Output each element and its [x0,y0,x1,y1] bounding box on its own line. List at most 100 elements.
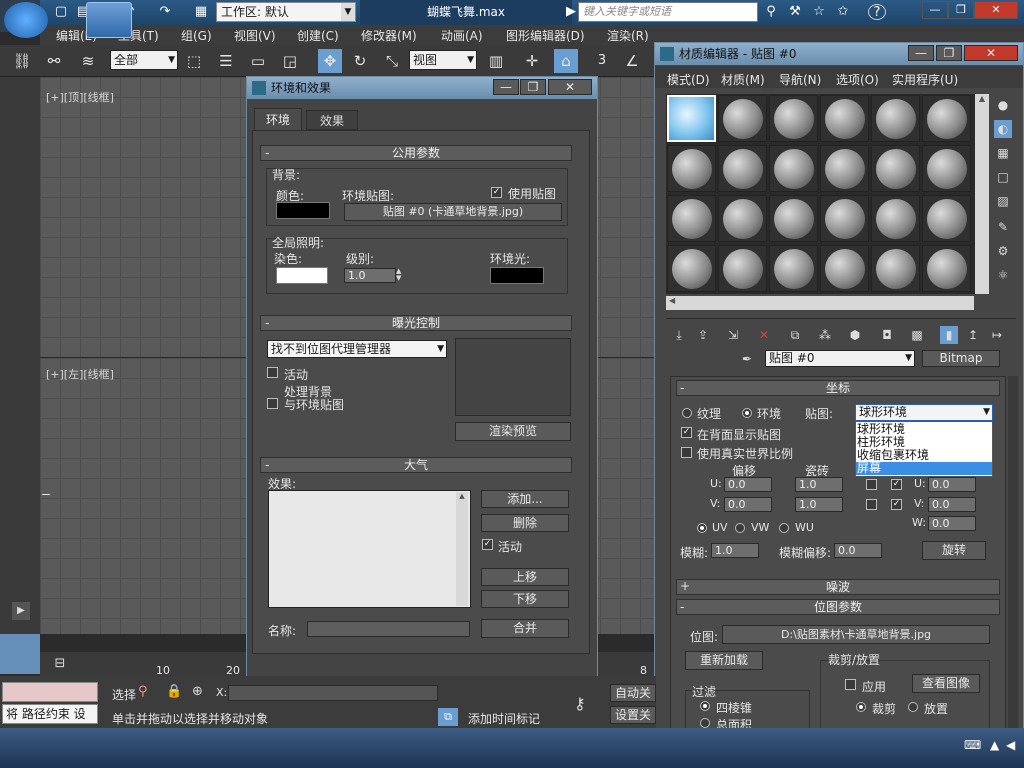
select-by-material-icon[interactable]: ⚛ [994,266,1012,284]
exposure-type-dropdown[interactable]: 找不到位图代理管理器 ▼ [267,340,447,358]
maxscript-listener[interactable] [2,682,98,702]
vw-radio[interactable] [735,523,745,533]
sample-slot[interactable] [718,95,767,142]
volume-tray-icon[interactable]: ◀ [1006,738,1015,752]
rotate-button[interactable]: 旋转 [922,541,986,560]
tab-effects[interactable]: 效果 [306,110,358,130]
slots-vscrollbar[interactable]: ▲ [975,94,989,294]
show-map-icon[interactable]: ▩ [908,326,926,344]
binoculars-icon[interactable]: ⚲ [762,4,780,20]
u-mirror-checkbox[interactable] [866,479,877,490]
delete-effect-button[interactable]: 删除 [481,514,569,532]
flag-tray-icon[interactable]: ▲ [990,738,999,752]
redo-icon[interactable]: ↷ [156,4,174,20]
reset-map-icon[interactable]: ✕ [755,326,773,344]
ref-coord-dropdown[interactable]: 视图 ▼ [409,50,477,70]
backlight-icon[interactable]: ◐ [994,120,1012,138]
mat-menu-material[interactable]: 材质(M) [721,71,765,88]
windows-start-icon[interactable] [4,2,48,38]
collapse-icon[interactable]: - [680,600,684,614]
mat-menu-modes[interactable]: 模式(D) [667,71,710,88]
3dsmax-taskbar-icon[interactable] [86,2,132,38]
v-tile-checkbox[interactable]: ✓ [891,499,902,510]
sample-type-icon[interactable]: ● [994,96,1012,114]
viewport-left-label[interactable]: [+][左][线框] [46,366,114,382]
collapse-icon[interactable]: - [680,381,684,395]
atmosphere-active-checkbox[interactable]: ✓ [482,539,493,550]
sample-slot[interactable] [820,95,869,142]
show-end-result-icon[interactable]: ▮ [940,326,958,344]
sample-slot[interactable] [871,145,920,192]
angle-snap-icon[interactable]: ∠ [620,49,644,73]
isolate-icon[interactable]: ⚲ [138,684,148,699]
menu-create[interactable]: 创建(C) [297,27,339,44]
render-preview-button[interactable]: 渲染预览 [455,422,571,441]
summed-area-radio[interactable] [700,718,710,728]
mat-close-button[interactable]: ✕ [964,45,1018,61]
uv-tiling-icon[interactable]: □ [994,168,1012,186]
ambient-color-swatch[interactable] [490,267,544,284]
status-left-text[interactable]: 将 路径约束 设 [2,704,98,724]
viewport-top-label[interactable]: [+][顶][线框] [46,89,114,105]
options-icon[interactable]: ⚙ [994,242,1012,260]
get-material-icon[interactable]: ⤓ [670,326,688,344]
atmosphere-header[interactable]: 大气 [260,457,572,473]
track-bar-icon[interactable]: ⊟ [40,656,80,674]
place-radio[interactable] [908,702,918,712]
menu-graph-editors[interactable]: 图形编辑器(D) [506,27,585,44]
mat-menu-utilities[interactable]: 实用程序(U) [892,71,958,88]
coord-inputs[interactable] [228,685,438,701]
rotate-icon[interactable]: ↻ [348,49,372,73]
add-effect-button[interactable]: 添加... [481,490,569,508]
scale-icon[interactable]: ⤡ [380,49,404,73]
effect-name-input[interactable] [307,621,470,637]
sample-slot[interactable] [871,245,920,292]
real-world-checkbox[interactable] [681,447,692,458]
play-icon[interactable]: ▶ [12,602,30,620]
params-scrollbar[interactable] [1008,376,1018,732]
sample-slot[interactable] [871,195,920,242]
select-object-icon[interactable]: ⬚ [182,49,206,73]
u-tiling-input[interactable]: 1.0 [795,477,843,492]
effects-list[interactable] [268,490,471,608]
sample-slot[interactable] [769,145,818,192]
level-input[interactable]: 1.0 [344,268,396,283]
u-offset-input[interactable]: 0.0 [724,477,772,492]
process-bg-checkbox[interactable] [267,398,278,409]
make-preview-icon[interactable]: ✎ [994,218,1012,236]
material-id-icon[interactable]: ◘ [878,326,896,344]
w-angle-input[interactable]: 0.0 [928,516,976,531]
sample-slot[interactable] [820,145,869,192]
v-mirror-checkbox[interactable] [866,499,877,510]
exposure-header[interactable]: 曝光控制 [260,315,572,331]
sample-slot[interactable] [718,145,767,192]
sample-slot-active[interactable] [667,95,716,142]
set-key-button[interactable]: 设置关 [610,706,656,724]
u-tile-checkbox[interactable]: ✓ [891,479,902,490]
link-icon[interactable]: ⛓ [10,49,34,73]
merge-button[interactable]: 合并 [481,619,569,638]
exposure-active-checkbox[interactable] [267,367,278,378]
sample-slot[interactable] [769,195,818,242]
tint-color-swatch[interactable] [276,267,328,284]
level-spinner-icon[interactable]: ▲ ▼ [396,268,406,283]
tools-icon[interactable]: ⚒ [786,4,804,20]
project-folder-icon[interactable]: ▦ [192,4,210,20]
eyedropper-icon[interactable]: ✒ [738,350,756,368]
v-angle-input[interactable]: 0.0 [928,497,976,512]
mat-menu-options[interactable]: 选项(O) [836,71,879,88]
effects-scrollbar[interactable]: ▲ [456,492,468,606]
mapping-option-selected[interactable]: 屏幕 [856,462,992,475]
blur-offset-input[interactable]: 0.0 [834,543,882,558]
view-image-button[interactable]: 查看图像 [912,674,980,693]
auto-key-button[interactable]: 自动关 [610,684,656,702]
uv-radio[interactable] [697,523,707,533]
tab-environment[interactable]: 环境 [254,108,302,130]
mat-minimize-button[interactable]: — [908,45,934,61]
rect-region-icon[interactable]: ▭ [246,49,270,73]
dialog-minimize-button[interactable]: — [493,79,519,95]
sample-slot[interactable] [718,245,767,292]
snap-icon[interactable]: 3 [590,49,614,73]
v-tiling-input[interactable]: 1.0 [795,497,843,512]
sample-slot[interactable] [667,145,716,192]
